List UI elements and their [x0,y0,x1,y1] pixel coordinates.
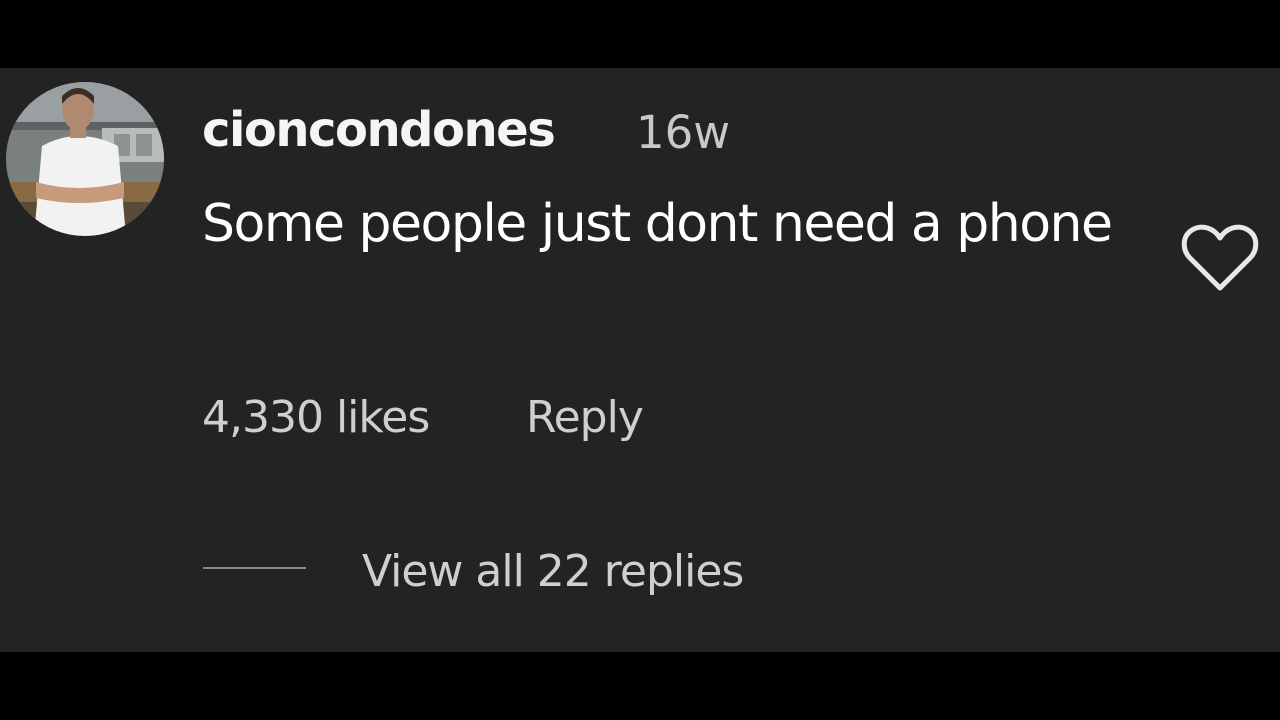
reply-button[interactable]: Reply [526,392,644,443]
comment-panel: cioncondones 16w Some people just dont n… [0,68,1280,652]
avatar[interactable] [6,82,164,236]
view-replies-button[interactable]: View all 22 replies [362,546,744,597]
replies-divider [203,567,306,569]
likes-count[interactable]: 4,330 likes [202,392,430,443]
username[interactable]: cioncondones [202,102,556,158]
heart-outline-icon[interactable] [1180,224,1260,294]
comment-text: Some people just dont need a phone [202,194,1113,254]
profile-photo [6,82,164,236]
timestamp: 16w [636,106,731,159]
